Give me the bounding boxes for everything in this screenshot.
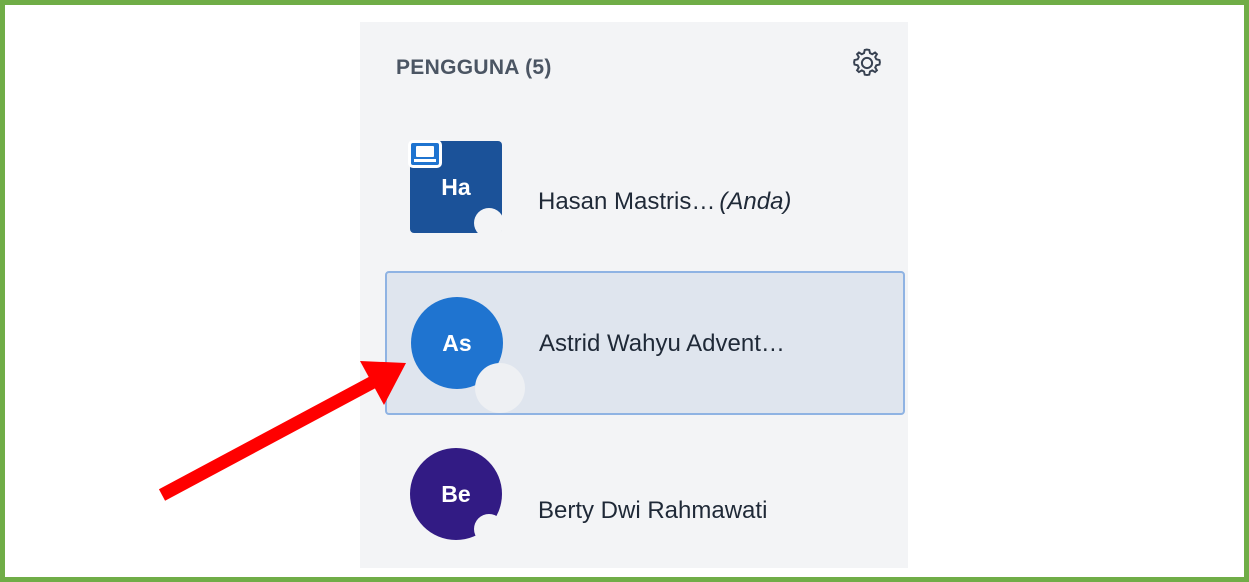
user-name: Astrid Wahyu Advent…	[539, 330, 785, 357]
you-tag: (Anda)	[719, 188, 792, 215]
presenter-icon	[408, 140, 442, 168]
user-list-item-hasan[interactable]: Ha Hasan Mastris… (Anda)	[386, 128, 906, 240]
annotation-arrow-icon	[158, 361, 406, 501]
users-panel-header: PENGGUNA (5)	[360, 22, 908, 112]
user-name: Berty Dwi Rahmawati	[538, 497, 768, 524]
status-indicator	[474, 514, 504, 544]
avatar-initials: Ha	[441, 173, 471, 200]
avatar-initials: Be	[441, 480, 471, 507]
status-indicator	[474, 208, 504, 238]
avatar-initials: As	[442, 329, 472, 356]
gear-icon[interactable]	[850, 46, 884, 80]
users-panel-title: PENGGUNA (5)	[396, 56, 552, 79]
users-panel: PENGGUNA (5) Ha Hasan Mastris… (Anda) As …	[360, 22, 908, 568]
status-indicator	[475, 363, 525, 413]
user-list-item-astrid[interactable]: As Astrid Wahyu Advent…	[385, 271, 905, 415]
user-name: Hasan Mastris… (Anda)	[538, 188, 791, 216]
user-list-item-berty[interactable]: Be Berty Dwi Rahmawati	[386, 430, 906, 544]
user-name-text: Hasan Mastris…	[538, 188, 716, 215]
